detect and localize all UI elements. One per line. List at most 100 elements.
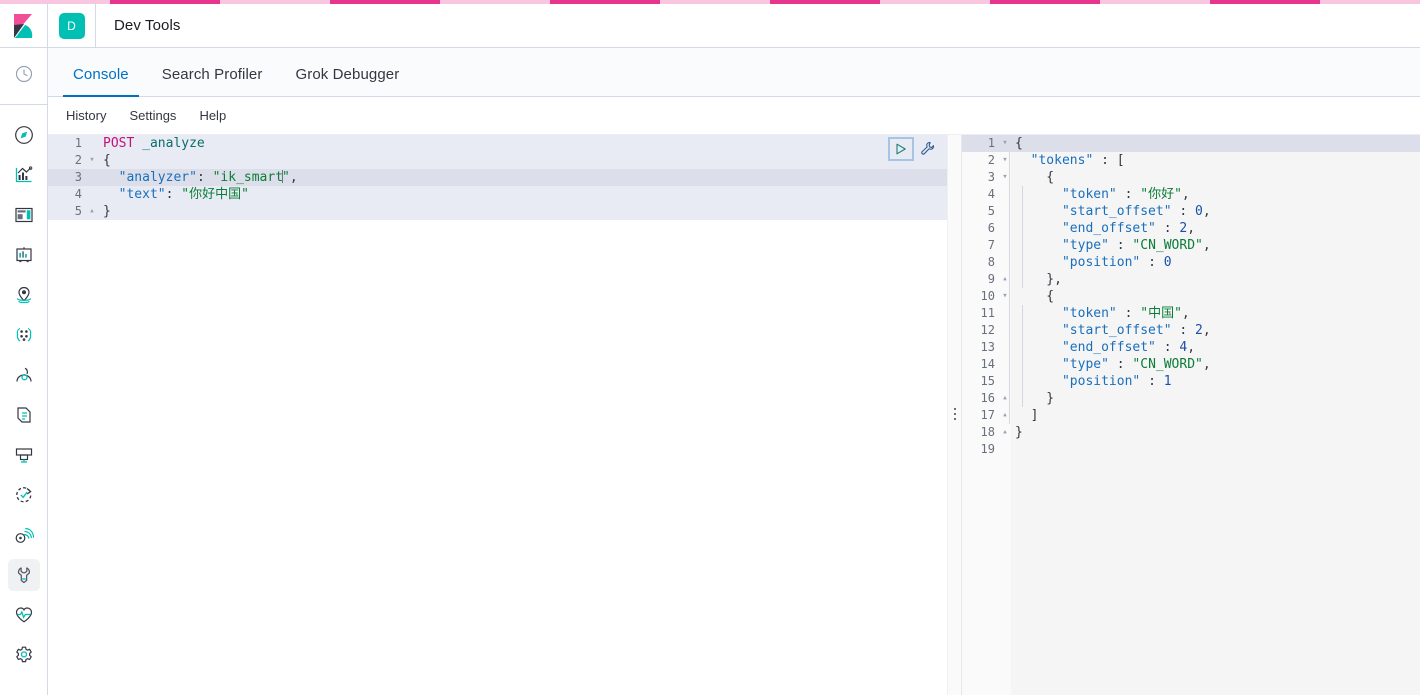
line-number: 6 — [987, 221, 995, 235]
line-number: 12 — [980, 323, 995, 337]
line-number: 1 — [74, 136, 82, 150]
code-token: , — [1202, 238, 1211, 253]
sidebar-item-maps[interactable] — [8, 279, 40, 311]
code-token: : — [1140, 374, 1164, 389]
console-menu-bar: History Settings Help — [48, 97, 1420, 135]
code-token: , — [1181, 187, 1190, 202]
code-token: : — [1116, 187, 1141, 202]
code-token: _analyze — [142, 136, 205, 151]
sidebar-item-uptime[interactable] — [8, 479, 40, 511]
fold-toggle-icon[interactable]: ▾ — [999, 169, 1011, 186]
code-token: "token" — [1061, 306, 1117, 321]
line-number: 11 — [980, 306, 995, 320]
siem-icon — [15, 527, 34, 543]
code-token: , — [1187, 340, 1196, 355]
code-line: 14 "type" : "CN_WORD", — [962, 356, 1420, 373]
sidebar-item-discover[interactable] — [8, 119, 40, 151]
fold-toggle-icon[interactable]: ▾ — [999, 288, 1011, 305]
code-line: 15 "position" : 1 — [962, 373, 1420, 390]
gear-icon — [15, 646, 32, 663]
code-line: 16 ▴ } — [962, 390, 1420, 407]
fold-toggle-icon[interactable]: ▾ — [86, 152, 98, 169]
fold-toggle-icon[interactable]: ▴ — [86, 203, 98, 220]
code-token: , — [1202, 323, 1211, 338]
menu-item-history[interactable]: History — [66, 108, 106, 123]
code-line: 2 ▾ "tokens" : [ — [962, 152, 1420, 169]
code-token: : — [165, 187, 182, 202]
code-token: "position" — [1061, 255, 1141, 270]
line-number: 3 — [74, 170, 82, 184]
tab-grok-debugger[interactable]: Grok Debugger — [285, 66, 409, 96]
code-line: 4 "token" : "你好", — [962, 186, 1420, 203]
code-line: 2 ▾ { — [48, 152, 947, 169]
fold-toggle-icon[interactable]: ▾ — [999, 152, 1011, 169]
sidebar-item-management[interactable] — [8, 639, 40, 671]
kibana-home-link[interactable] — [0, 4, 48, 47]
code-token: { — [1015, 289, 1055, 304]
sidebar-item-apm[interactable] — [8, 439, 40, 471]
sidebar-item-canvas[interactable] — [8, 239, 40, 271]
code-text: "position" : 0 — [1011, 254, 1172, 271]
tab-search-profiler[interactable]: Search Profiler — [152, 66, 273, 96]
clock-icon — [15, 65, 32, 83]
sidebar-item-dev-tools[interactable] — [7, 559, 40, 591]
code-token: "你好中国" — [181, 187, 249, 202]
code-token: " — [282, 170, 290, 185]
dashboard-icon — [14, 207, 33, 223]
apm-icon — [15, 448, 32, 463]
response-editor[interactable]: 1 ▾{2 ▾ "tokens" : [3 ▾ {4 "token" : "你好", 5… — [962, 135, 1420, 695]
code-token: { — [1015, 136, 1023, 151]
fold-toggle-icon[interactable]: ▴ — [999, 390, 1011, 407]
code-text: "token" : "你好", — [1011, 186, 1190, 203]
infrastructure-icon — [15, 367, 32, 382]
wrench-icon — [17, 567, 30, 584]
sidebar-item-siem[interactable] — [8, 519, 40, 551]
map-marker-icon — [16, 286, 31, 304]
code-token: "end_offset" — [1061, 221, 1156, 236]
line-number: 2 — [987, 153, 995, 167]
code-text: { — [1011, 288, 1054, 305]
fold-toggle-icon[interactable]: ▴ — [999, 424, 1011, 441]
line-number: 3 — [987, 170, 995, 184]
response-code-content[interactable]: 1 ▾{2 ▾ "tokens" : [3 ▾ {4 "token" : "你好", 5… — [962, 135, 1420, 695]
sidebar-item-machine-learning[interactable] — [8, 319, 40, 351]
code-token: "tokens" — [1030, 153, 1094, 168]
sidebar-item-recently-viewed[interactable] — [8, 58, 40, 90]
code-token: "CN_WORD" — [1132, 357, 1203, 372]
editor-splitter-handle[interactable] — [947, 135, 962, 695]
canvas-icon — [15, 247, 32, 263]
send-request-button[interactable] — [888, 137, 914, 161]
code-token: : — [1108, 357, 1133, 372]
fold-toggle-icon[interactable]: ▴ — [999, 407, 1011, 424]
request-code-content[interactable]: 1 POST _analyze 2 ▾ {3 "analyzer": "ik_smart… — [48, 135, 947, 695]
tab-console[interactable]: Console — [63, 66, 139, 97]
code-text: "token" : "中国", — [1011, 305, 1190, 322]
code-line: 7 "type" : "CN_WORD", — [962, 237, 1420, 254]
line-number: 13 — [980, 340, 995, 354]
menu-item-settings[interactable]: Settings — [129, 108, 176, 123]
code-token: : — [1108, 238, 1133, 253]
fold-toggle-icon[interactable]: ▴ — [999, 271, 1011, 288]
sidebar-item-dashboard[interactable] — [8, 199, 40, 231]
code-token: }, — [1015, 272, 1062, 287]
code-token: "type" — [1061, 238, 1109, 253]
code-line: 12 "start_offset" : 2, — [962, 322, 1420, 339]
sidebar-item-infrastructure[interactable] — [8, 359, 40, 391]
sidebar-item-monitoring[interactable] — [8, 599, 40, 631]
code-line: 9 ▴ }, — [962, 271, 1420, 288]
line-number: 4 — [987, 187, 995, 201]
fold-toggle-icon[interactable]: ▾ — [999, 135, 1011, 152]
menu-item-help[interactable]: Help — [199, 108, 226, 123]
sidebar-item-visualize[interactable] — [8, 159, 40, 191]
code-line: 1 POST _analyze — [48, 135, 947, 152]
request-wrench-menu-button[interactable] — [918, 138, 938, 160]
request-editor[interactable]: 1 POST _analyze 2 ▾ {3 "analyzer": "ik_smart… — [48, 135, 947, 695]
sidebar-item-logs[interactable] — [8, 399, 40, 431]
